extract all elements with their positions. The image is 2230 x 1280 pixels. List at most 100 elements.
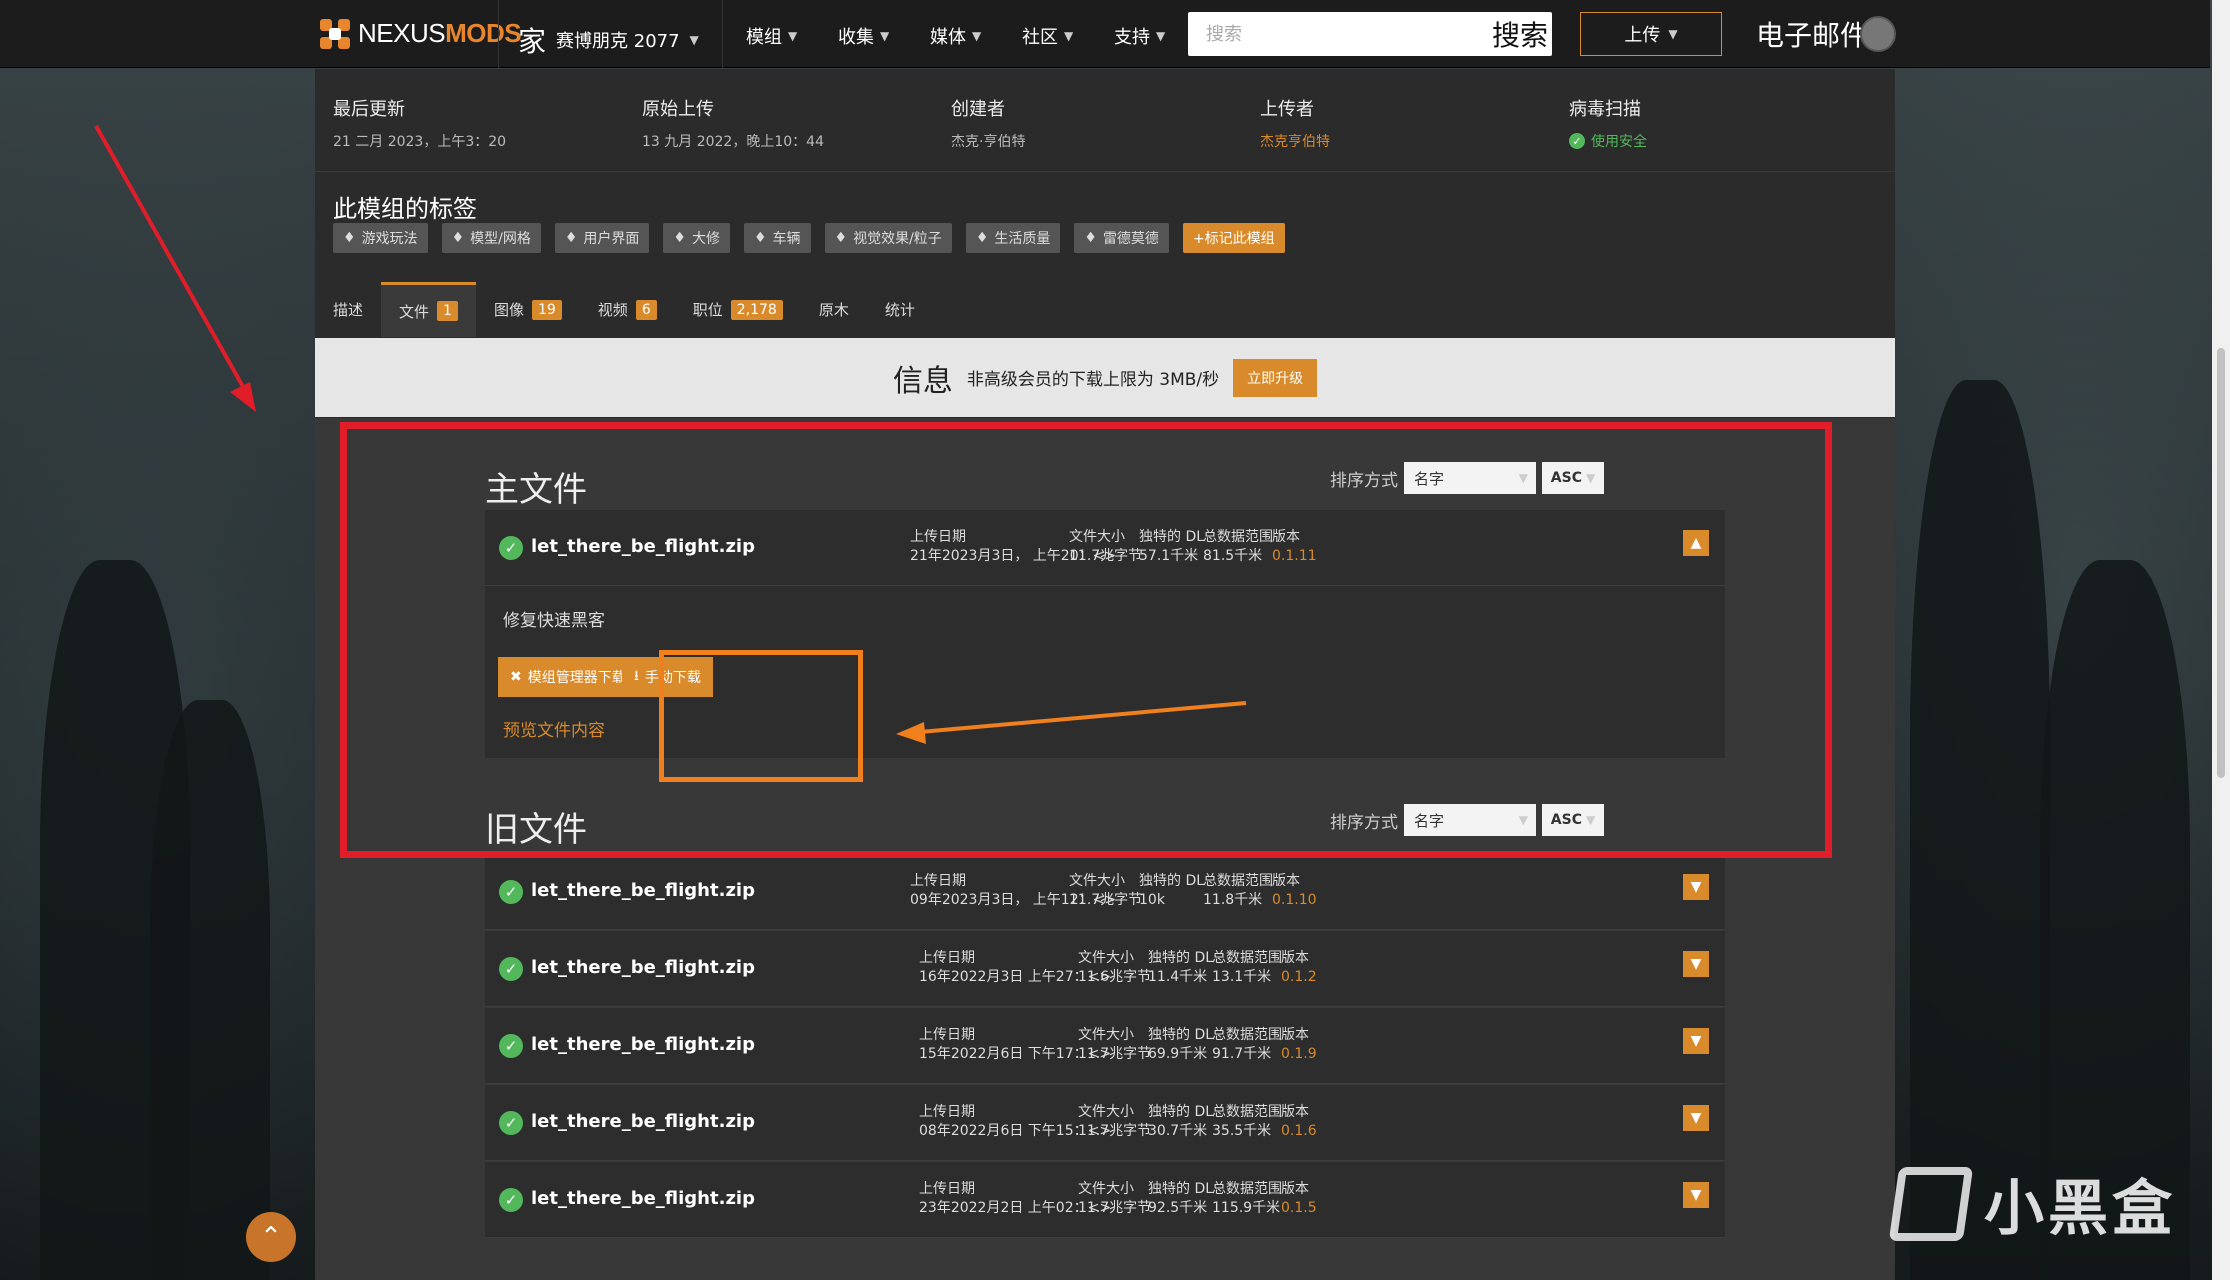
manual-download-button[interactable]: ⭳ 手动下载 [622,657,713,697]
game-name: 赛博朋克 2077 [556,31,680,52]
scrollbar-thumb[interactable] [2217,348,2225,778]
expand-button[interactable]: ▼ [1683,874,1709,900]
tab-images[interactable]: 图像 19 [476,282,580,337]
nav-support[interactable]: 支持 ▼ [1114,23,1165,49]
nav-divider [722,0,723,68]
file-unique-dl: 独特的 DL 10k [1139,873,1205,908]
nav-collections[interactable]: 收集 ▼ [838,23,889,49]
file-total-dl: 总数据范围 35.5千米 [1212,1104,1282,1139]
file-version: 版本 0.1.11 [1272,529,1317,564]
tag-item[interactable]: ♦ 视觉效果/粒子 [824,223,952,253]
tag-item[interactable]: ♦ 生活质量 [965,223,1061,253]
tag-item[interactable]: ♦ 模型/网格 [441,223,541,253]
main-file-row[interactable]: ✓ let_there_be_flight.zip 上传日期 21年2023月3日… [485,510,1725,586]
tab-description[interactable]: 描述 [315,282,381,337]
file-unique-dl: 独特的 DL 57.1千米 [1139,529,1205,564]
check-circle-icon: ✓ [499,1034,523,1058]
flag-mod-button[interactable]: +标记此模组 [1182,223,1285,253]
main-file-detail: 修复快速黑客 ✖ 模组管理器下载 ⭳ 手动下载 预览文件内容 [485,586,1725,758]
upgrade-button[interactable]: 立即升级 [1233,358,1318,397]
nav-community[interactable]: 社区 ▼ [1022,23,1073,49]
upload-button[interactable]: 上传 ▼ [1580,12,1722,56]
chevron-down-icon: ▼ [1690,1033,1702,1049]
tag-item[interactable]: ♦ 雷德莫德 [1074,223,1169,253]
file-version: 版本 0.1.9 [1281,1027,1317,1062]
check-circle-icon: ✓ [1569,133,1585,149]
search-button[interactable]: 搜索 [1492,14,1552,54]
old-file-row[interactable]: ✓ let_there_be_flight.zip 上传日期 23年2022月2日… [485,1162,1725,1238]
check-circle-icon: ✓ [499,957,523,981]
arrow-up-icon: ⌃ [260,1222,282,1252]
expand-button[interactable]: ▼ [1683,1105,1709,1131]
expand-button[interactable]: ▼ [1683,1028,1709,1054]
tag-item[interactable]: ♦ 车辆 [743,223,811,253]
uploader-link[interactable]: 杰克亨伯特 [1260,131,1569,151]
old-file-row[interactable]: ✓ let_there_be_flight.zip 上传日期 15年2022月6日… [485,1008,1725,1084]
expand-button[interactable]: ▼ [1683,951,1709,977]
file-size: 文件大小 11.7兆字节 [1069,529,1143,564]
chevron-down-icon: ▼ [1690,1187,1702,1203]
background-tree [1910,380,2050,1280]
tag-item[interactable]: ♦ 游戏玩法 [333,223,428,253]
meta-value: 杰克·亨伯特 [951,134,1026,150]
file-size: 文件大小 11.7兆字节 [1069,873,1143,908]
file-size: 文件大小 11.7兆字节 [1078,1181,1152,1216]
file-total-dl: 总数据范围 13.1千米 [1212,950,1282,985]
file-name: let_there_be_flight.zip [531,1111,755,1132]
watermark-text: 小黑盒 [1984,1174,2176,1244]
tag-item[interactable]: ♦ 用户界面 [554,223,650,253]
count-badge: 1 [437,301,458,321]
collapse-button[interactable]: ▲ [1683,530,1709,556]
nav-mods[interactable]: 模组 ▼ [746,23,797,49]
tab-videos[interactable]: 视频 6 [580,282,675,337]
count-badge: 19 [531,299,562,320]
sort-select[interactable]: 名字 ▼ [1404,804,1536,836]
sort-direction-select[interactable]: ASC ▼ [1542,804,1604,836]
search-input[interactable] [1188,12,1492,56]
mod-manager-icon: ✖ [510,669,522,685]
scroll-to-top-button[interactable]: ⌃ [246,1212,296,1262]
chevron-down-icon: ▼ [1690,956,1702,972]
tag-list: ♦ 游戏玩法 ♦ 模型/网格 ♦ 用户界面 ♦ 大修 ♦ 车辆 ♦ 视觉效果/粒子 ♦ 生活质… [333,223,1285,253]
tab-posts[interactable]: 职位 2,178 [675,282,801,337]
nexus-logo-icon [320,18,350,49]
count-badge: 6 [635,299,657,320]
meta-last-updated: 最后更新 21 二月 2023，上午3：20 [333,95,642,151]
old-file-row[interactable]: ✓ let_there_be_flight.zip 上传日期 08年2022月6日… [485,1085,1725,1161]
chevron-down-icon: ▼ [1156,29,1166,43]
main-files-title: 主文件 [485,470,587,510]
tab-files[interactable]: 文件 1 [381,282,476,337]
home-link[interactable]: 家 [518,20,546,60]
chevron-down-icon: ▼ [1668,27,1678,41]
chevron-up-icon: ▲ [1690,535,1702,551]
sort-select[interactable]: 名字 ▼ [1404,462,1536,494]
user-menu[interactable]: 电子邮件 [1756,14,1897,54]
mod-page-content: 最后更新 21 二月 2023，上午3：20 原始上传 13 九月 2022，晚… [315,69,1895,1280]
chevron-down-icon: ▼ [972,29,982,43]
game-selector[interactable]: 家 赛博朋克 2077 ▼ [518,20,699,60]
old-file-row[interactable]: ✓ let_there_be_flight.zip 上传日期 16年2022月3日… [485,931,1725,1007]
tag-icon: ♦ [753,230,767,246]
nav-media[interactable]: 媒体 ▼ [930,23,981,49]
nexus-logo[interactable]: NEXUSMODS [320,18,522,49]
tag-icon: ♦ [673,230,686,246]
tab-stats[interactable]: 统计 [867,282,933,337]
virus-scan-status: ✓ 使用安全 [1569,131,1878,151]
file-unique-dl: 独特的 DL 69.9千米 [1148,1027,1214,1062]
top-navigation-bar: NEXUSMODS 家 赛博朋克 2077 ▼ 模组 ▼ 收集 ▼ 媒体 ▼ 社区 ▼ … [0,0,2210,68]
nav-divider [498,0,499,68]
file-version: 版本 0.1.6 [1281,1104,1317,1139]
old-file-row[interactable]: ✓ let_there_be_flight.zip 上传日期 09年2023月3日… [485,854,1725,930]
mod-manager-download-button[interactable]: ✖ 模组管理器下载 [498,657,638,697]
expand-button[interactable]: ▼ [1683,1182,1709,1208]
meta-label: 最后更新 [333,99,405,120]
sort-direction-select[interactable]: ASC ▼ [1542,462,1604,494]
preview-file-contents-link[interactable]: 预览文件内容 [503,716,605,741]
page-scrollbar[interactable] [2212,0,2230,1280]
meta-label: 原始上传 [642,99,714,120]
sort-label: 排序方式 [1330,470,1398,491]
tag-item[interactable]: ♦ 大修 [663,223,730,253]
tab-logs[interactable]: 原木 [801,282,867,337]
meta-original-upload: 原始上传 13 九月 2022，晚上10：44 [642,95,951,151]
avatar[interactable] [1860,16,1897,52]
